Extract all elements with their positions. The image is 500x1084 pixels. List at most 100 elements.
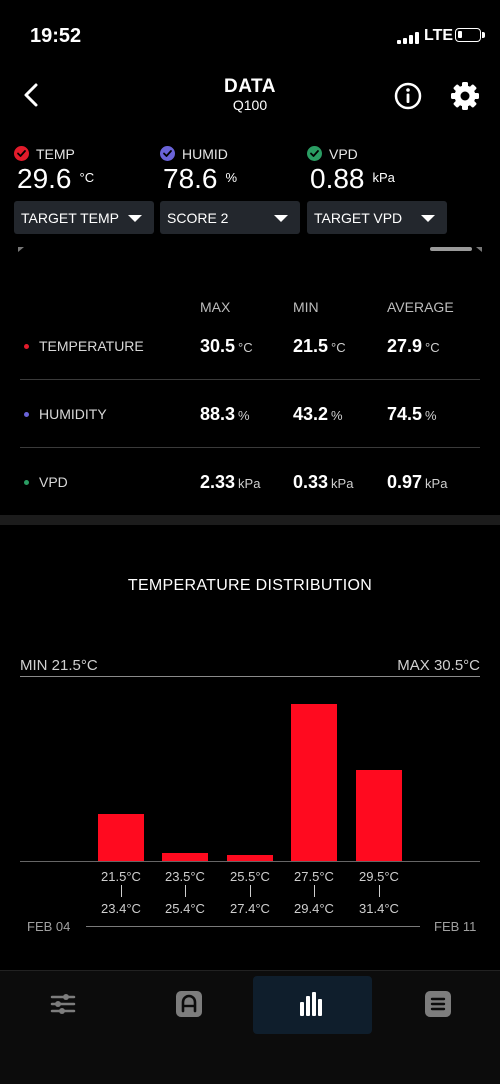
stat-number: 2.33 [200, 472, 236, 492]
distribution-bar[interactable] [356, 770, 402, 861]
stat-unit: % [425, 408, 437, 423]
column-min: MIN [293, 299, 319, 315]
stat-min-value: 21.5 °C [293, 336, 346, 357]
gauge-icon[interactable] [175, 990, 203, 1018]
target-temp-select[interactable]: TARGET TEMP [14, 201, 154, 234]
row-divider [20, 379, 480, 380]
readout-label: HUMID [182, 146, 228, 162]
max-line [20, 676, 480, 677]
tick-label-from: 27.5°C [294, 869, 334, 884]
stat-max-value: 2.33 kPa [200, 472, 260, 493]
distribution-bar[interactable] [291, 704, 337, 861]
page-title: DATA [224, 76, 276, 97]
tick-label-to: 29.4°C [294, 901, 334, 916]
end-date: FEB 11 [434, 919, 477, 934]
scroll-indicator[interactable] [18, 240, 482, 252]
distribution-bar[interactable] [162, 853, 208, 861]
select-label: TARGET TEMP [21, 210, 120, 226]
stat-avg-value: 0.97 kPa [387, 472, 447, 493]
bottom-nav [0, 970, 500, 1084]
select-label: SCORE 2 [167, 210, 229, 226]
stat-number: 27.9 [387, 336, 423, 356]
date-range-line [86, 926, 420, 927]
distribution-min-label: MIN 21.5°C [20, 657, 98, 674]
signal-icon [397, 32, 419, 44]
column-average: AVERAGE [387, 299, 454, 315]
legend-dot [24, 480, 29, 485]
stat-unit: kPa [425, 476, 448, 491]
tick-connector [121, 885, 122, 897]
check-icon [160, 146, 175, 161]
readout-temp: TEMP 29.6 °C [14, 144, 154, 194]
chevron-down-icon [421, 215, 435, 222]
stat-max-value: 30.5 °C [200, 336, 253, 357]
stat-avg-value: 27.9 °C [387, 336, 440, 357]
tick-label-to: 25.4°C [165, 901, 205, 916]
stat-unit: °C [425, 340, 440, 355]
readout-vpd: VPD 0.88 kPa [307, 144, 447, 194]
tick-label-to: 27.4°C [230, 901, 270, 916]
stat-unit: °C [331, 340, 346, 355]
tick-label-from: 23.5°C [165, 869, 205, 884]
stat-row-label: TEMPERATURE [39, 338, 144, 354]
readout-label: TEMP [36, 146, 75, 162]
readout-unit: % [225, 170, 238, 185]
stat-min-value: 43.2% [293, 404, 343, 425]
stat-number: 88.3 [200, 404, 236, 424]
legend-dot [24, 412, 29, 417]
stat-unit: °C [238, 340, 253, 355]
readout-unit: °C [79, 170, 95, 185]
stat-number: 0.97 [387, 472, 423, 492]
legend-dot [24, 344, 29, 349]
readout-value: 0.88 kPa [310, 163, 395, 195]
distribution-title: TEMPERATURE DISTRIBUTION [127, 577, 373, 594]
target-vpd-select[interactable]: TARGET VPD [307, 201, 447, 234]
chevron-down-icon [128, 215, 142, 222]
readout-number: 29.6 [17, 163, 72, 194]
tick-label-from: 29.5°C [359, 869, 399, 884]
chart-axis [20, 861, 480, 862]
sliders-icon[interactable] [49, 990, 77, 1018]
tick-label-from: 25.5°C [230, 869, 270, 884]
distribution-bar[interactable] [98, 814, 144, 861]
row-divider [20, 447, 480, 448]
tick-connector [185, 885, 186, 897]
stat-number: 0.33 [293, 472, 329, 492]
page-subtitle: Q100 [232, 97, 268, 113]
start-date: FEB 04 [27, 919, 71, 934]
column-max: MAX [200, 299, 231, 315]
stat-avg-value: 74.5% [387, 404, 437, 425]
stat-number: 43.2 [293, 404, 329, 424]
readout-number: 78.6 [163, 163, 218, 194]
chevron-down-icon [274, 215, 288, 222]
list-icon[interactable] [424, 990, 452, 1018]
check-icon [14, 146, 29, 161]
readout-value: 29.6 °C [17, 163, 94, 195]
gear-icon[interactable] [449, 80, 481, 112]
info-icon[interactable] [393, 81, 423, 111]
select-label: TARGET VPD [314, 210, 403, 226]
tick-connector [250, 885, 251, 897]
back-icon[interactable] [18, 80, 48, 110]
battery-cap [482, 32, 485, 38]
stat-row-label: VPD [39, 474, 68, 490]
stat-number: 30.5 [200, 336, 236, 356]
tick-label-to: 23.4°C [101, 901, 141, 916]
bar-chart-icon[interactable] [298, 990, 326, 1018]
check-icon [307, 146, 322, 161]
stat-number: 74.5 [387, 404, 423, 424]
readout-label: VPD [329, 146, 358, 162]
stat-unit: kPa [331, 476, 354, 491]
readout-unit: kPa [372, 170, 395, 185]
readout-number: 0.88 [310, 163, 365, 194]
tick-connector [314, 885, 315, 897]
status-time: 19:52 [30, 25, 82, 47]
stat-unit: % [331, 408, 343, 423]
distribution-max-label: MAX 30.5°C [397, 657, 480, 674]
score-select[interactable]: SCORE 2 [160, 201, 300, 234]
battery-icon [455, 28, 481, 42]
tick-label-to: 31.4°C [359, 901, 399, 916]
tick-label-from: 21.5°C [101, 869, 141, 884]
stat-number: 21.5 [293, 336, 329, 356]
stat-max-value: 88.3% [200, 404, 250, 425]
